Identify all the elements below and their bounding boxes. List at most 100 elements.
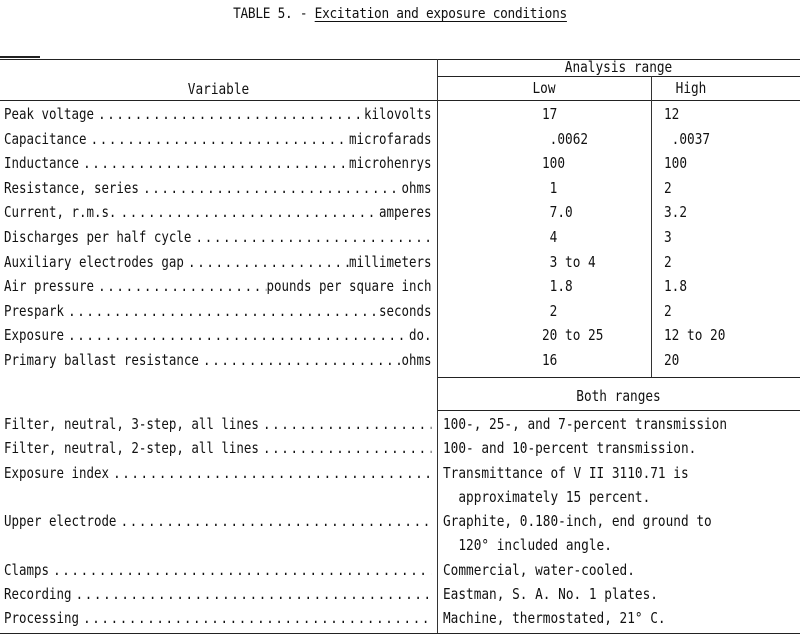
row-label: Current, r.m.s..........................… <box>4 202 431 222</box>
dot-leader: ........................................… <box>203 351 401 369</box>
variable-name: Filter, neutral, 3-step, all lines <box>4 415 259 433</box>
top-rule-short <box>0 56 40 58</box>
variable-name: Filter, neutral, 2-step, all lines <box>4 439 259 458</box>
table-number: TABLE 5. - <box>233 6 315 22</box>
row-label: Auxiliary electrodes gap................… <box>4 252 431 272</box>
header-high: High <box>675 79 707 97</box>
low-value: 2 <box>542 301 558 320</box>
row-label: Discharges per half cycle...............… <box>4 227 431 247</box>
dot-leader: ........................................… <box>83 154 349 173</box>
header-both-ranges: Both ranges <box>576 387 661 405</box>
range-section-bottom-rule <box>437 377 800 378</box>
unit: seconds <box>378 301 432 320</box>
variable-name: Inductance <box>4 154 79 173</box>
row-label: Upper electrode.........................… <box>4 511 431 531</box>
high-value: 2 <box>664 301 672 320</box>
dot-leader: ........................................… <box>98 105 364 123</box>
row-label: Clamps..................................… <box>4 560 431 580</box>
variable-name: Prespark <box>4 301 64 320</box>
low-value: 7.0 <box>542 203 573 222</box>
variable-name: Peak voltage <box>4 105 94 123</box>
both-ranges-value: 100-, 25-, and 7-percent transmission <box>443 415 728 433</box>
dot-leader: ........................................… <box>75 585 432 604</box>
analysis-range-rule <box>437 76 800 77</box>
variable-name: Upper electrode <box>4 512 117 531</box>
header-variable: Variable <box>187 80 250 98</box>
dot-leader: ........................................… <box>68 326 409 345</box>
row-label: Air pressure............................… <box>4 276 431 296</box>
variable-name: Auxiliary electrodes gap <box>4 252 184 271</box>
table-title: TABLE 5. - Excitation and exposure condi… <box>48 6 752 22</box>
dot-leader: ........................................… <box>120 512 432 531</box>
unit: ohms <box>401 178 432 197</box>
row-label: Filter, neutral, 2-step, all lines......… <box>4 438 431 458</box>
unit: kilovolts <box>363 105 432 123</box>
unit: amperes <box>378 203 432 222</box>
both-ranges-value: approximately 15 percent. <box>443 487 651 506</box>
dot-leader: ........................................… <box>113 463 432 482</box>
dot-leader: ........................................… <box>68 301 379 320</box>
dot-leader: ........................................… <box>90 129 349 148</box>
row-label: Prespark................................… <box>4 301 431 321</box>
both-ranges-value: Transmittance of V II 3110.71 is <box>443 463 689 482</box>
row-label: Primary ballast resistance..............… <box>4 350 431 370</box>
high-value: 2 <box>664 252 672 271</box>
variable-name: Current, r.m.s. <box>4 203 117 222</box>
high-value: 3.2 <box>664 203 688 222</box>
low-value: 100 <box>542 154 566 173</box>
unit: ohms <box>401 351 432 369</box>
variable-name: Recording <box>4 585 72 604</box>
low-value: .0062 <box>542 129 589 148</box>
variable-name: Primary ballast resistance <box>4 351 199 369</box>
low-value: 4 <box>542 228 558 246</box>
both-ranges-value: Eastman, S. A. No. 1 plates. <box>443 585 658 604</box>
variable-name: Capacitance <box>4 129 87 148</box>
low-value: 1.8 <box>542 277 573 296</box>
unit: microhenrys <box>348 154 432 173</box>
variable-name: Exposure <box>4 326 64 345</box>
row-label: Filter, neutral, 3-step, all lines......… <box>4 414 431 434</box>
row-label: Exposure index..........................… <box>4 463 431 483</box>
header-low: Low <box>532 79 556 97</box>
high-value: 12 to 20 <box>664 326 726 345</box>
high-value: 12 <box>664 105 680 123</box>
dot-leader: ........................................… <box>188 252 349 271</box>
variable-name: Air pressure <box>4 277 94 296</box>
variable-name: Clamps <box>4 560 49 579</box>
variable-name: Exposure index <box>4 463 109 482</box>
high-value: 1.8 <box>664 277 688 296</box>
dot-leader: ........................................… <box>195 228 432 246</box>
header-analysis-range: Analysis range <box>564 58 673 76</box>
row-label: Peak voltage............................… <box>4 104 431 124</box>
low-high-divider <box>651 76 652 377</box>
both-ranges-value: Machine, thermostated, 21° C. <box>443 609 666 628</box>
dot-leader: ........................................… <box>262 415 432 433</box>
row-label: Processing..............................… <box>4 608 431 628</box>
variable-name: Discharges per half cycle <box>4 228 192 246</box>
table-bottom-rule <box>0 633 800 634</box>
row-label: Capacitance.............................… <box>4 129 431 149</box>
unit: microfarads <box>348 129 432 148</box>
low-value: 20 to 25 <box>542 326 604 345</box>
dot-leader: ........................................… <box>120 203 379 222</box>
row-label: Exposure................................… <box>4 325 431 345</box>
low-value: 1 <box>542 178 558 197</box>
dot-leader: ........................................… <box>83 609 432 628</box>
both-ranges-value: 120° included angle. <box>443 536 612 555</box>
both-ranges-rule <box>437 410 800 411</box>
dot-leader: ........................................… <box>98 277 267 296</box>
dot-leader: ........................................… <box>53 560 431 579</box>
high-value: 3 <box>664 228 672 246</box>
column-divider <box>437 59 438 633</box>
both-ranges-value: Graphite, 0.180-inch, end ground to <box>443 512 712 531</box>
row-label: Resistance, series......................… <box>4 178 431 198</box>
high-value: 2 <box>664 178 672 197</box>
unit: millimeters <box>348 252 432 271</box>
unit: do. <box>408 326 432 345</box>
high-value: .0037 <box>664 129 711 148</box>
row-label: Recording...............................… <box>4 584 431 604</box>
dot-leader: ........................................… <box>143 178 401 197</box>
high-value: 100 <box>664 154 688 173</box>
dot-leader: ........................................… <box>262 439 432 458</box>
both-ranges-value: Commercial, water-cooled. <box>443 560 635 579</box>
